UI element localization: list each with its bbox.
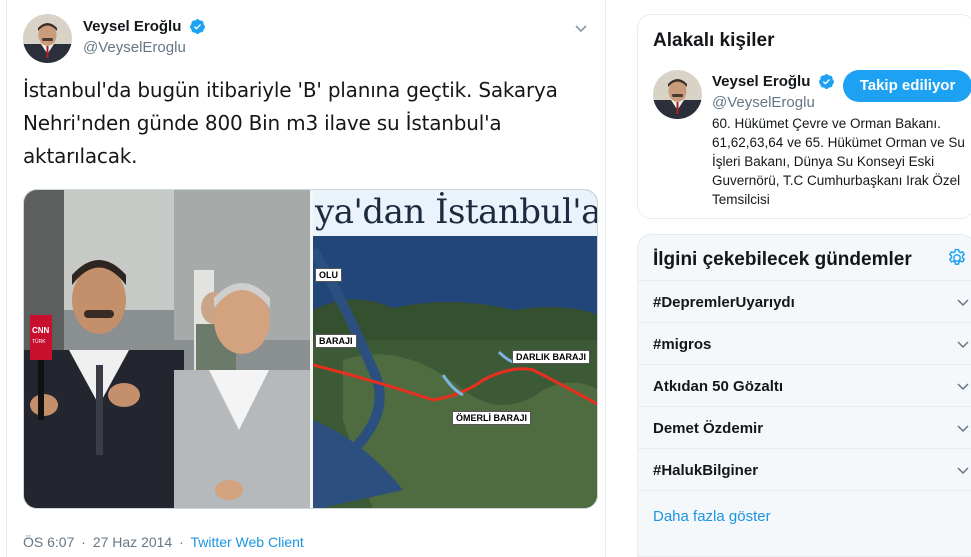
show-more-link[interactable]: Daha fazla göster <box>653 508 771 525</box>
map-label: ÖMERLİ BARAJI <box>452 411 532 425</box>
tweet-time[interactable]: ÖS 6:07 <box>23 534 74 550</box>
person-name[interactable]: Veysel Eroğlu <box>712 73 810 90</box>
chevron-down-icon[interactable] <box>956 295 970 309</box>
tweet-detail: Veysel Eroğlu @VeyselEroglu İstanbul'da … <box>6 0 606 557</box>
person-info: Veysel Eroğlu @VeyselEroglu <box>712 73 835 111</box>
trend-label[interactable]: #HalukBilginer <box>653 462 758 479</box>
chevron-down-icon[interactable] <box>956 379 970 393</box>
map-headline: ya'dan İstanbul'a <box>313 190 597 236</box>
trend-item[interactable]: Demet Özdemir <box>638 406 971 448</box>
tweet-text: İstanbul'da bugün itibariyle 'B' planına… <box>23 78 558 168</box>
related-people-title: Alakalı kişiler <box>653 30 775 51</box>
gear-icon[interactable] <box>946 247 968 269</box>
author-handle[interactable]: @VeyselEroglu <box>83 39 206 56</box>
trends-title: İlgini çekebilecek gündemler <box>653 249 912 270</box>
trend-item[interactable]: #HalukBilginer <box>638 448 971 490</box>
verified-badge-icon <box>818 74 834 90</box>
trend-item[interactable]: Atkıdan 50 Gözaltı <box>638 364 971 406</box>
trend-label[interactable]: Atkıdan 50 Gözaltı <box>653 378 783 395</box>
person-bio: 60. Hükümet Çevre ve Orman Bakanı. 61,62… <box>712 116 965 207</box>
author-info: Veysel Eroğlu @VeyselEroglu <box>83 18 206 56</box>
chevron-down-icon[interactable] <box>956 337 970 351</box>
trends-card: İlgini çekebilecek gündemler #DepremlerU… <box>637 234 971 557</box>
tweet-header: Veysel Eroğlu @VeyselEroglu <box>23 14 593 64</box>
author-name[interactable]: Veysel Eroğlu <box>83 18 181 35</box>
map-label: BARAJI <box>315 334 357 348</box>
svg-text:CNN: CNN <box>32 326 50 335</box>
svg-text:TÜRK: TÜRK <box>32 338 46 345</box>
meta-separator: · <box>179 534 184 550</box>
person-handle[interactable]: @VeyselEroglu <box>712 94 835 111</box>
tweet-media[interactable]: CNN TÜRK ya'dan İstanbul'a OLU BARAJI DA… <box>23 189 598 509</box>
related-people-card: Alakalı kişiler Veysel Eroğlu @VeyselEro… <box>637 14 971 219</box>
trend-item[interactable]: #DepremlerUyarıydı <box>638 280 971 322</box>
verified-badge-icon <box>189 19 205 35</box>
tweet-source-link[interactable]: Twitter Web Client <box>190 534 303 550</box>
author-avatar[interactable] <box>23 14 72 63</box>
trend-label[interactable]: Demet Özdemir <box>653 420 763 437</box>
tweet-meta: ÖS 6:07 · 27 Haz 2014 · Twitter Web Clie… <box>23 534 304 550</box>
tweet-date[interactable]: 27 Haz 2014 <box>93 534 172 550</box>
map-label: OLU <box>315 268 342 282</box>
person-avatar[interactable] <box>653 70 702 119</box>
meta-separator: · <box>81 534 86 550</box>
chevron-down-icon[interactable] <box>573 20 589 36</box>
trends-divider <box>638 490 971 491</box>
chevron-down-icon[interactable] <box>956 421 970 435</box>
chevron-down-icon[interactable] <box>956 463 970 477</box>
trend-label[interactable]: #DepremlerUyarıydı <box>653 294 795 311</box>
map-label: DARLIK BARAJI <box>512 350 591 364</box>
trend-label[interactable]: #migros <box>653 336 711 353</box>
trend-item[interactable]: #migros <box>638 322 971 364</box>
press-photo: CNN TÜRK <box>24 190 310 508</box>
following-button[interactable]: Takip ediliyor <box>843 70 971 102</box>
